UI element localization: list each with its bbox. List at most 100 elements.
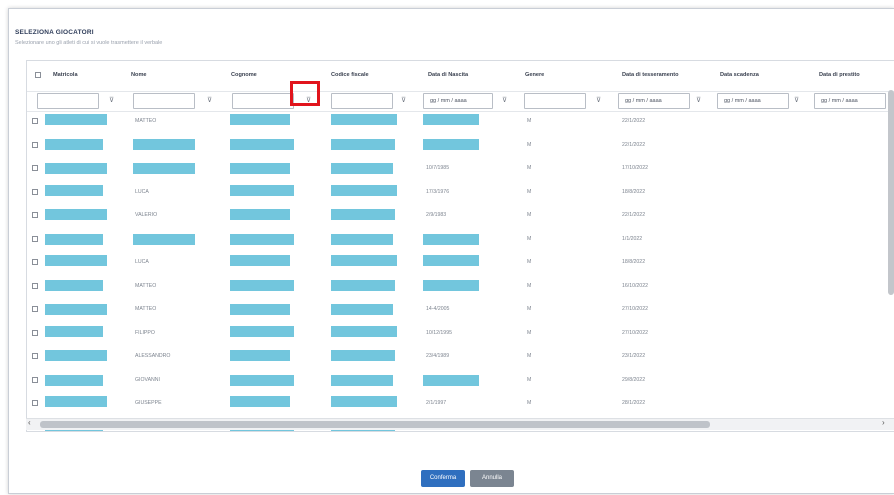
redacted-codice-fiscale [331,233,393,245]
cell-nome: MATTEO [135,118,157,124]
cell-nome: MATTEO [135,306,157,312]
filter-input-nome[interactable] [133,93,195,109]
row-checkbox[interactable] [32,141,38,148]
row-checkbox[interactable] [32,259,38,265]
cell-data-nascita: 10/7/1985 [426,165,450,171]
cell-data-tesseramento: 22/1/2022 [622,118,646,124]
row-checkbox[interactable] [32,165,38,171]
cell-nome: VALERIO [135,212,158,218]
row-checkbox[interactable] [32,188,38,195]
row-checkbox[interactable] [32,235,38,242]
table-row[interactable]: LUCA 17/3/1976 M 18/8/2022 [27,184,894,200]
redacted-nome [133,233,195,245]
date-placeholder: gg / mm / aaaa [625,98,662,104]
redacted-codice-fiscale [331,304,393,315]
horizontal-scroll-thumb[interactable] [40,421,710,428]
table-row[interactable]: VALERIO 2/9/1983 M 22/1/2022 [27,207,894,223]
cell-genere: M [527,235,532,242]
row-checkbox[interactable] [32,353,38,359]
col-header-data-scadenza[interactable]: Data scadenza [720,72,759,78]
filter-input-matricola[interactable] [37,93,99,109]
filter-icon[interactable]: ⊽ [401,96,406,104]
cell-nome: MATTEO [135,282,157,289]
col-header-genere[interactable]: Genere [525,72,544,78]
cell-genere: M [527,259,532,265]
table-row[interactable]: GIUSEPPE 2/1/1997 M 28/1/2022 [27,395,894,411]
col-header-nome[interactable]: Nome [131,72,147,78]
row-checkbox[interactable] [32,306,38,312]
col-header-data-nascita[interactable]: Data di Nascita [428,72,468,78]
players-grid: Matricola Nome Cognome Codice fiscale Da… [26,60,894,432]
confirm-button[interactable]: Conferma [421,470,465,487]
redacted-cognome [230,138,294,150]
row-checkbox[interactable] [32,212,38,218]
row-checkbox[interactable] [32,329,38,336]
cell-data-tesseramento: 16/10/2022 [622,282,648,289]
redacted-nome [133,138,195,150]
col-header-codice-fiscale[interactable]: Codice fiscale [331,72,369,78]
filter-icon[interactable]: ⊽ [696,96,701,104]
cancel-button[interactable]: Annulla [470,470,514,487]
table-row[interactable]: GIOVANNI M 29/8/2022 [27,372,894,388]
date-placeholder: gg / mm / aaaa [821,98,858,104]
highlight-annotation [290,81,320,106]
col-header-matricola[interactable]: Matricola [53,72,78,78]
filter-input-codice-fiscale[interactable] [331,93,393,109]
redacted-data-nascita [423,138,479,150]
date-placeholder: gg / mm / aaaa [430,98,467,104]
redacted-cognome [230,350,290,361]
vertical-scroll-thumb[interactable] [888,90,894,295]
redacted-codice-fiscale [331,138,395,150]
cell-data-nascita: 2/1/1997 [426,400,447,406]
filter-icon[interactable]: ⊽ [109,96,114,104]
cell-nome: ALESSANDRO [135,353,171,359]
filter-icon[interactable]: ⊽ [502,96,507,104]
redacted-matricola [45,304,107,315]
chevron-left-icon[interactable]: ‹ [28,418,31,427]
table-row[interactable]: ALESSANDRO 23/4/1989 M 23/1/2022 [27,348,894,364]
redacted-codice-fiscale [331,396,397,407]
col-header-data-tesseramento[interactable]: Data di tesseramento [622,72,679,78]
table-row[interactable]: M 22/1/2022 [27,137,894,153]
table-row[interactable]: FILIPPO 10/12/1995 M 27/10/2022 [27,325,894,341]
redacted-matricola [45,255,107,266]
select-all-checkbox[interactable] [35,72,41,78]
redacted-matricola [45,325,103,337]
cell-data-tesseramento: 22/1/2022 [622,212,646,218]
cell-data-tesseramento: 18/8/2022 [622,259,646,265]
table-row[interactable]: M 1/1/2022 [27,231,894,247]
redacted-data-nascita [423,279,479,291]
redacted-cognome [230,255,290,266]
chevron-right-icon[interactable]: › [882,418,885,427]
row-checkbox[interactable] [32,400,38,406]
horizontal-scrollbar[interactable]: ‹ › [26,418,894,430]
cell-genere: M [527,188,532,195]
redacted-cognome [230,184,294,196]
cell-data-tesseramento: 29/8/2022 [622,376,646,383]
row-checkbox[interactable] [32,282,38,289]
table-row[interactable]: MATTEO M 16/10/2022 [27,278,894,294]
row-checkbox[interactable] [32,376,38,383]
filter-input-cognome[interactable] [232,93,294,109]
cell-data-nascita: 2/9/1983 [426,212,447,218]
cell-genere: M [527,400,532,406]
redacted-nome [133,163,195,174]
table-row[interactable]: MATTEO M 22/1/2022 [27,113,894,129]
filter-icon[interactable]: ⊽ [207,96,212,104]
redacted-cognome [230,163,290,174]
col-header-cognome[interactable]: Cognome [231,72,257,78]
table-row[interactable]: LUCA M 18/8/2022 [27,254,894,270]
table-row[interactable]: MATTEO 14-4/2005 M 27/10/2022 [27,301,894,317]
filter-icon[interactable]: ⊽ [794,96,799,104]
col-header-data-prestito[interactable]: Data di prestito [819,72,860,78]
cell-genere: M [527,376,532,383]
cell-data-tesseramento: 22/1/2022 [622,141,646,148]
filter-icon[interactable]: ⊽ [596,96,601,104]
redacted-matricola [45,138,103,150]
filter-input-genere[interactable] [524,93,586,109]
cell-data-tesseramento: 1/1/2022 [622,235,643,242]
table-row[interactable]: 10/7/1985 M 17/10/2022 [27,160,894,176]
row-checkbox[interactable] [32,118,38,124]
cell-genere: M [527,118,532,124]
date-placeholder: gg / mm / aaaa [724,98,761,104]
